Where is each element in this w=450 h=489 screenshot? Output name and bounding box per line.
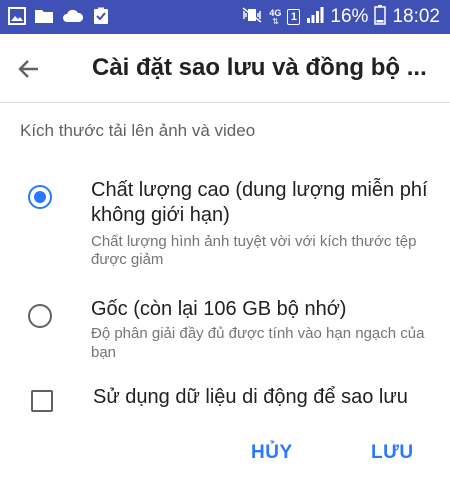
status-bar: 4G ⇅ 1 16% 18:02 <box>0 0 450 34</box>
page-title: Cài đặt sao lưu và đồng bộ ... <box>92 54 427 81</box>
option-subtitle-line1: Chất lượng hình ảnh tuyệt vời với kích t… <box>91 233 417 250</box>
clipboard-check-icon <box>92 7 110 25</box>
save-button[interactable]: LƯU <box>371 442 414 464</box>
option-title: Gốc (còn lại 106 GB bộ nhớ) <box>91 298 347 320</box>
battery-icon <box>374 4 387 30</box>
radio-original[interactable] <box>28 304 52 328</box>
cancel-button[interactable]: HỦY <box>251 442 293 464</box>
vibrate-mute-icon <box>241 6 263 29</box>
system-status: 4G ⇅ 1 16% 18:02 <box>241 0 440 34</box>
radio-high-quality[interactable] <box>28 185 52 209</box>
signal-icon <box>306 6 324 29</box>
app-toolbar: Cài đặt sao lưu và đồng bộ ... <box>0 34 450 103</box>
data-arrows-icon: ⇅ <box>272 16 279 26</box>
arrow-back-icon <box>14 60 44 88</box>
section-header: Kích thước tải lên ảnh và video <box>20 121 256 140</box>
back-button[interactable] <box>14 54 44 84</box>
sim-indicator: 1 <box>287 9 301 25</box>
option-title-line1: Chất lượng cao (dung lượng miễn phí <box>91 179 428 201</box>
mobile-data-checkbox[interactable] <box>31 390 53 412</box>
clock: 18:02 <box>392 6 440 27</box>
folder-icon <box>34 7 54 25</box>
option-subtitle-line1: Độ phân giải đầy đủ được tính vào hạn ng… <box>91 325 425 342</box>
notification-icons <box>8 7 110 25</box>
battery-percent: 16% <box>330 6 369 27</box>
cloud-icon <box>62 7 84 25</box>
option-title-line2: không giới hạn) <box>91 204 230 226</box>
option-subtitle-line2: bạn <box>91 344 117 361</box>
image-icon <box>8 7 26 25</box>
radio-selected-dot <box>34 191 46 203</box>
mobile-data-label: Sử dụng dữ liệu di động để sao lưu <box>93 386 408 408</box>
option-subtitle-line2: được giảm <box>91 251 164 268</box>
